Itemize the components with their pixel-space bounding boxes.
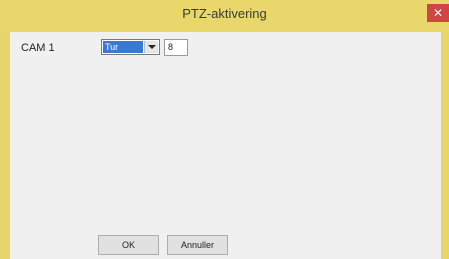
- mode-dropdown[interactable]: Tur: [101, 39, 160, 55]
- dialog-content: CAM 1 Tur 8 OK Annuller: [10, 32, 441, 259]
- cancel-button[interactable]: Annuller: [167, 235, 228, 255]
- dialog-window: PTZ-aktivering ✕ CAM 1 Tur 8 OK Annuller: [0, 0, 449, 259]
- title-bar: PTZ-aktivering ✕: [0, 0, 449, 28]
- ok-button[interactable]: OK: [98, 235, 159, 255]
- chevron-down-icon[interactable]: [144, 41, 158, 53]
- mode-dropdown-value: Tur: [103, 41, 143, 53]
- close-button[interactable]: ✕: [427, 4, 449, 22]
- value-input[interactable]: 8: [164, 39, 188, 56]
- window-title: PTZ-aktivering: [182, 6, 267, 21]
- camera-label: CAM 1: [21, 42, 55, 54]
